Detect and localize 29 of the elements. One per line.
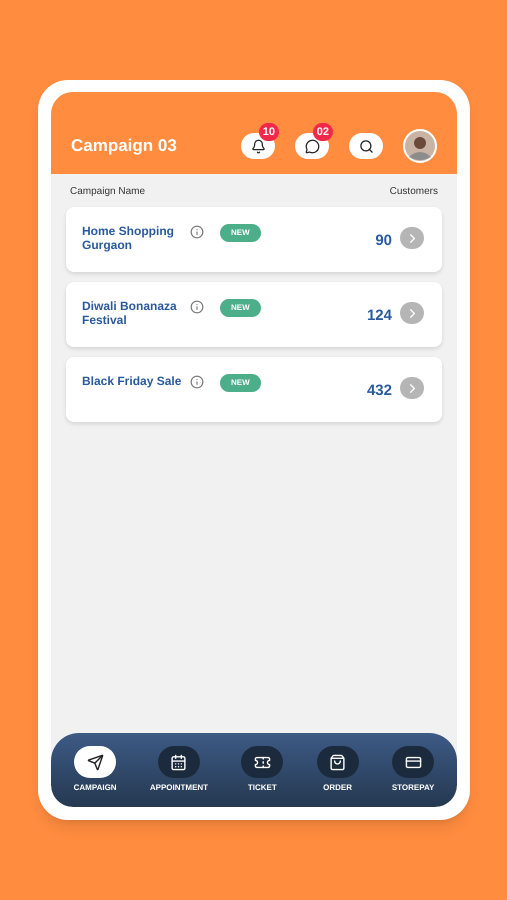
customer-count: 432 [366,381,392,401]
calendar-icon [170,754,188,770]
customer-count: 124 [366,306,392,326]
search-button[interactable] [349,133,383,159]
campaign-card[interactable]: Home Shopping Gurgaon NEW 90 [66,207,442,272]
info-icon[interactable] [190,300,204,314]
notification-count: 10 [258,123,279,141]
campaign-name: Home Shopping Gurgaon [82,224,175,252]
page-title: Campaign 03 [71,135,178,158]
chat-icon [304,138,320,154]
customer-count: 90 [375,231,392,251]
column-header: Campaign Name [70,185,146,199]
campaign-card[interactable]: Black Friday Sale NEW 432 [66,357,442,422]
search-icon [358,138,374,154]
new-badge: NEW [220,299,261,317]
send-icon [86,754,104,770]
column-header: Customers [390,185,438,199]
avatar[interactable] [403,129,437,163]
bag-icon [329,754,346,770]
new-badge: NEW [220,224,261,242]
campaign-name: Diwali Bonanaza Festival [82,299,178,327]
campaign-card[interactable]: Diwali Bonanaza Festival NEW 124 [66,282,442,347]
campaign-name: Black Friday Sale [82,374,182,388]
nav-tab[interactable]: APPOINTMENT [150,746,208,794]
bell-icon [250,138,266,154]
info-icon[interactable] [190,225,204,239]
message-count: 02 [312,123,333,141]
info-icon[interactable] [190,375,204,389]
new-badge: NEW [220,374,261,392]
